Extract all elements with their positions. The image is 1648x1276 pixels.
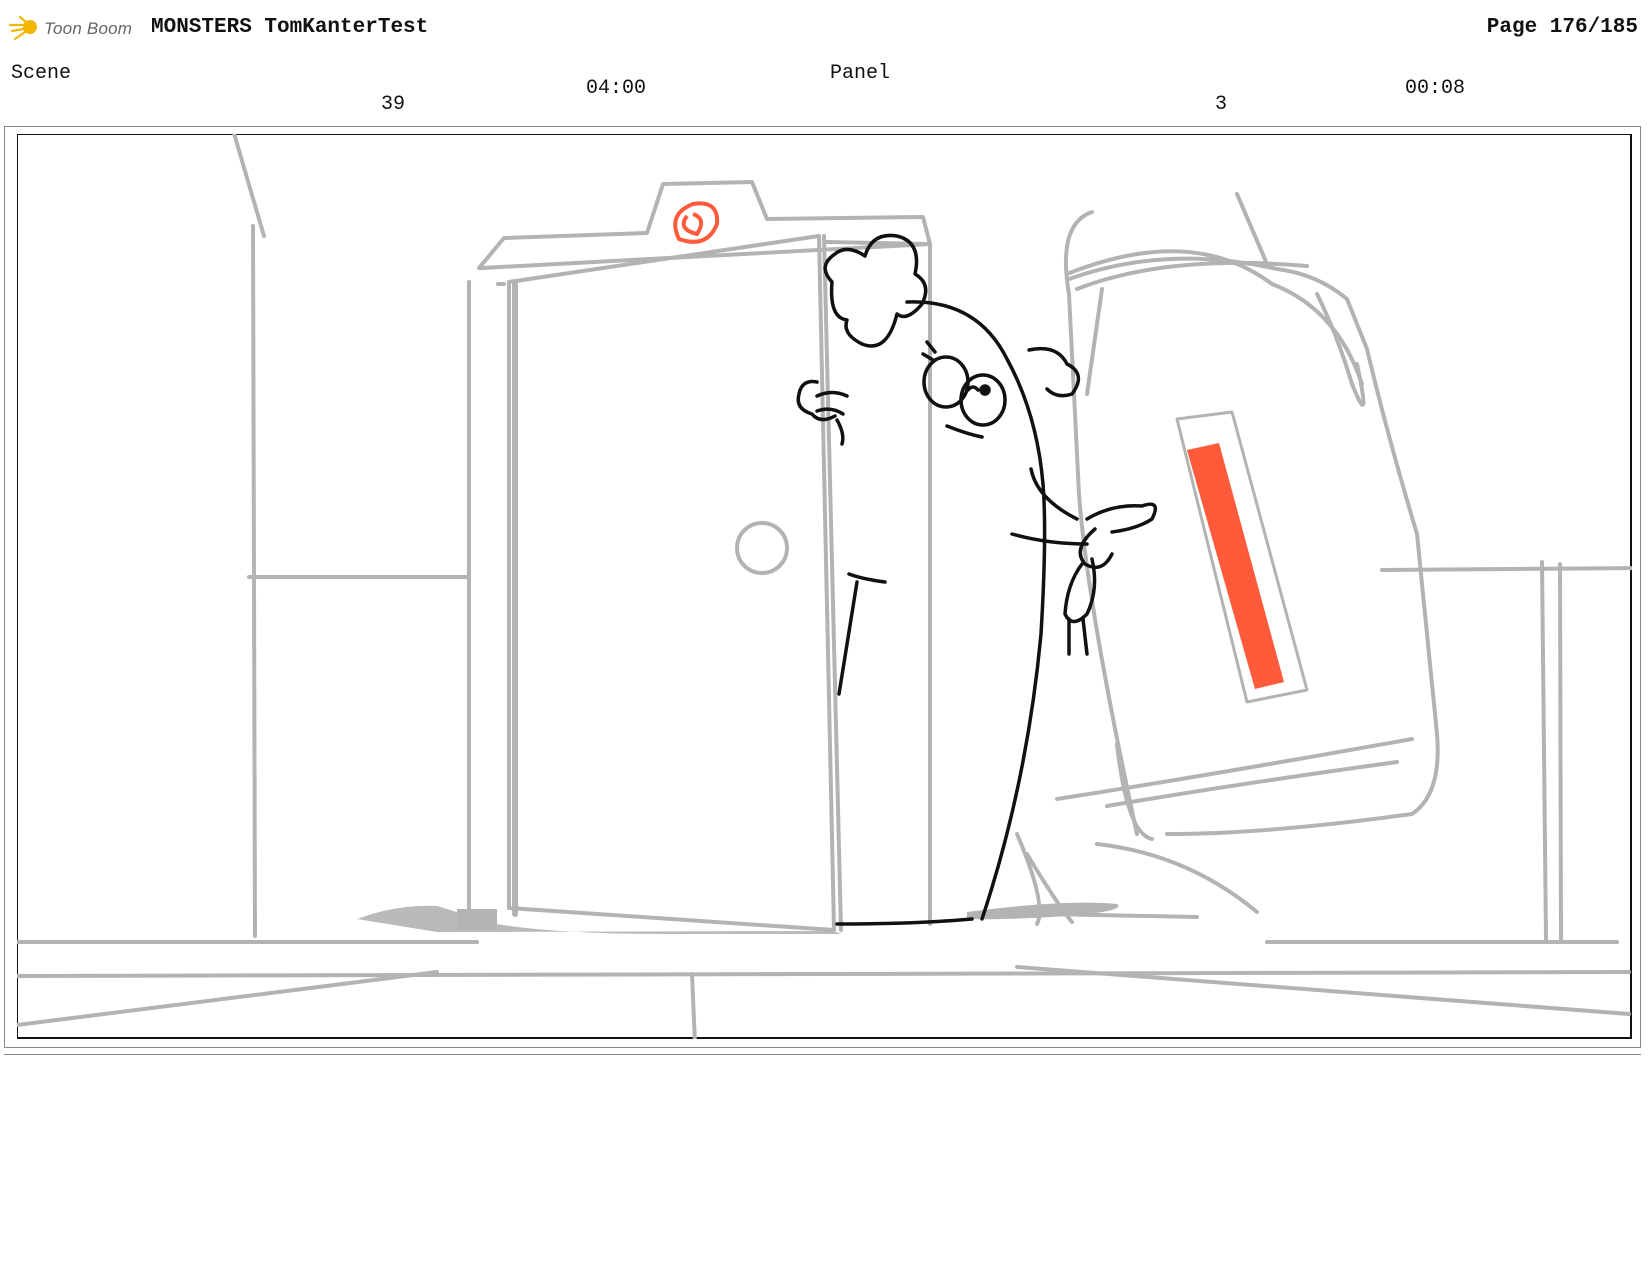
scene-label: Scene	[11, 62, 72, 85]
toon-boom-logo: Toon Boom	[8, 12, 132, 46]
scene-duration: 04:00	[586, 77, 647, 100]
panel-divider	[4, 1054, 1641, 1055]
page-indicator: Page 176/185	[1486, 16, 1638, 39]
panel-number: 3	[1215, 93, 1228, 116]
panel-duration: 00:08	[1405, 77, 1466, 100]
project-title: MONSTERS TomKanterTest	[151, 16, 429, 39]
logo-text: Toon Boom	[44, 19, 133, 38]
toon-boom-logo-icon	[8, 15, 37, 41]
scene-number: 39	[381, 93, 406, 116]
storyboard-panel-image	[17, 134, 1632, 1039]
panel-label: Panel	[830, 62, 891, 85]
